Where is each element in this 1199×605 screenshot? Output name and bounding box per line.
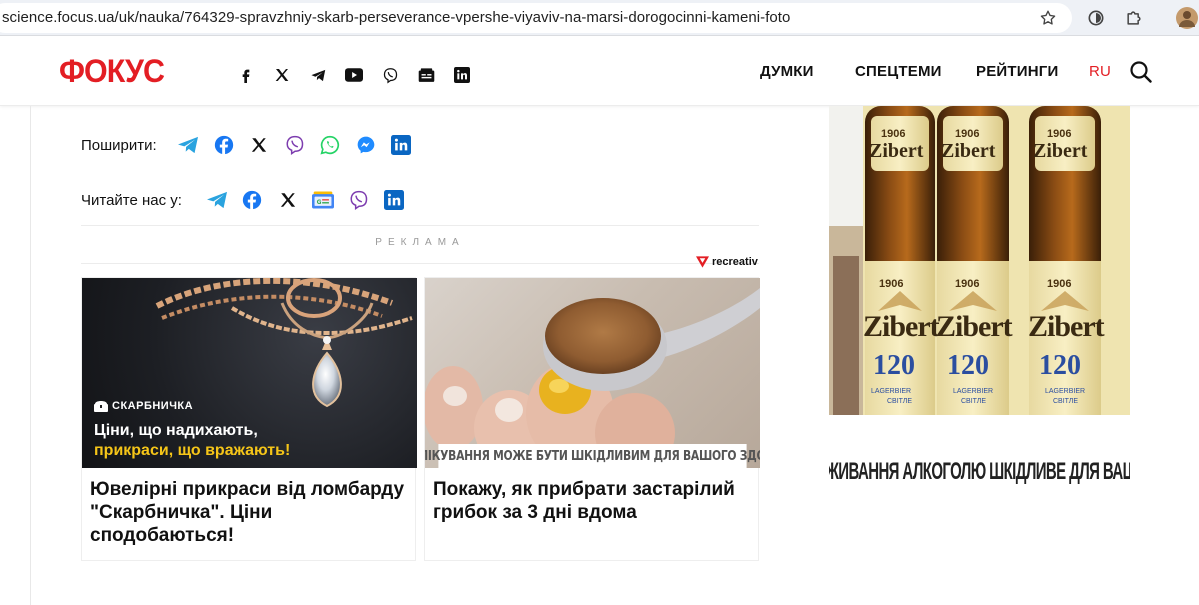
facebook-icon[interactable] <box>228 63 264 87</box>
share-whatsapp-icon[interactable] <box>313 133 349 157</box>
telegram-icon[interactable] <box>300 63 336 87</box>
ad-network-name: recreativ <box>712 256 758 268</box>
bottle-year: 1906 <box>879 278 904 290</box>
share-messenger-icon[interactable] <box>348 133 384 157</box>
x-icon[interactable] <box>264 63 300 87</box>
address-bar[interactable]: science.focus.ua/uk/nauka/764329-spravzh… <box>0 3 1072 33</box>
svg-text:G: G <box>317 200 322 206</box>
youtube-icon[interactable] <box>336 63 372 87</box>
site-header: ФОКУС ДУМКИ СПЕЦТЕМИ РЕЙТИНГИ RU <box>0 36 1199 106</box>
share-telegram-icon[interactable] <box>171 133 207 157</box>
divider <box>81 225 759 226</box>
extensions-puzzle-icon[interactable] <box>1122 6 1146 30</box>
bottle-number: 120 <box>1039 350 1081 381</box>
browser-toolbar: science.focus.ua/uk/nauka/764329-spravzh… <box>0 0 1199 36</box>
site-logo[interactable]: ФОКУС <box>59 53 165 90</box>
bottle-sub: СВІТЛЕ <box>961 398 987 405</box>
web-page: ФОКУС ДУМКИ СПЕЦТЕМИ РЕЙТИНГИ RU Поширит… <box>0 36 1199 605</box>
bottle-number: 120 <box>947 350 989 381</box>
recreativ-logo-icon <box>696 256 709 268</box>
treasure-box-icon <box>94 401 108 412</box>
bottle-year: 1906 <box>1047 278 1072 290</box>
bottle-brand-large: Zibert <box>1028 310 1105 343</box>
bottle-brand-large: Zibert <box>936 310 1013 343</box>
ad-title[interactable]: Покажу, як прибрати застарілий грибок за… <box>433 478 751 524</box>
url-text[interactable]: science.focus.ua/uk/nauka/764329-spravzh… <box>2 9 790 26</box>
bottle-year: 1906 <box>881 128 906 140</box>
ad-brand-name: СКАРБНИЧКА <box>112 400 194 412</box>
bottle-sub: СВІТЛЕ <box>1053 398 1079 405</box>
nav-opinions[interactable]: ДУМКИ <box>760 63 814 80</box>
read-google-news-icon[interactable]: G <box>305 188 341 212</box>
share-label: Поширити: <box>81 136 157 154</box>
share-x-icon[interactable] <box>242 133 278 157</box>
bottle-brand-large: Zibert <box>863 310 940 343</box>
read-viber-icon[interactable] <box>341 188 377 212</box>
ad-card-fungus[interactable]: САМОЛІКУВАННЯ МОЖЕ БУТИ ШКІДЛИВИМ ДЛЯ ВА… <box>424 277 760 561</box>
bottle-brand: Zibert <box>869 140 924 162</box>
bottle-brand: Zibert <box>1033 140 1088 162</box>
ad-label: РЕКЛАМА <box>375 237 465 248</box>
read-us-bar: Читайте нас у: G <box>81 188 412 212</box>
nav-ratings[interactable]: РЕЙТИНГИ <box>976 63 1058 80</box>
bottle-brand: Zibert <box>941 140 996 162</box>
bottle-year: 1906 <box>955 128 980 140</box>
ad-brand-tag: СКАРБНИЧКА <box>94 400 193 412</box>
bottle-sub: СВІТЛЕ <box>887 398 913 405</box>
share-facebook-icon[interactable] <box>206 133 242 157</box>
ad-image-fungus[interactable]: САМОЛІКУВАННЯ МОЖЕ БУТИ ШКІДЛИВИМ ДЛЯ ВА… <box>425 278 760 468</box>
linkedin-icon[interactable] <box>444 63 480 87</box>
google-news-icon[interactable] <box>408 63 444 87</box>
read-linkedin-icon[interactable] <box>376 188 412 212</box>
share-bar: Поширити: <box>81 133 419 157</box>
search-icon[interactable] <box>1129 60 1153 84</box>
nav-special-topics[interactable]: СПЕЦТЕМИ <box>855 63 942 80</box>
viber-icon[interactable] <box>372 63 408 87</box>
read-us-icons: G <box>199 188 412 212</box>
ad-image-jewelry[interactable]: СКАРБНИЧКА Ціни, що надихають, прикраси,… <box>82 278 417 468</box>
side-ad-health-warning: НАДМІРНЕ СПОЖИВАННЯ АЛКОГОЛЮ ШКІДЛИВЕ ДЛ… <box>829 415 1130 527</box>
ad-network-badge[interactable]: recreativ <box>696 256 758 268</box>
bottle-style: LAGERBIER <box>1045 388 1086 395</box>
header-social-links <box>228 63 480 87</box>
ad-health-warning: САМОЛІКУВАННЯ МОЖЕ БУТИ ШКІДЛИВИМ ДЛЯ ВА… <box>425 444 760 468</box>
ad-card-jewelry[interactable]: СКАРБНИЧКА Ціни, що надихають, прикраси,… <box>81 277 417 561</box>
divider <box>81 263 759 264</box>
ad-promo-line2: прикраси, що вражають! <box>94 442 291 459</box>
read-x-icon[interactable] <box>270 188 306 212</box>
foot-powder-illustration <box>425 288 760 444</box>
ad-promo-line1: Ціни, що надихають, <box>94 422 258 439</box>
bottle-year: 1906 <box>955 278 980 290</box>
bottle-year: 1906 <box>1047 128 1072 140</box>
bottle-style: LAGERBIER <box>953 388 994 395</box>
share-linkedin-icon[interactable] <box>384 133 420 157</box>
share-viber-icon[interactable] <box>277 133 313 157</box>
read-us-label: Читайте нас у: <box>81 191 182 209</box>
share-icons <box>171 133 420 157</box>
content-border <box>30 106 31 605</box>
read-telegram-icon[interactable] <box>199 188 235 212</box>
profile-avatar[interactable] <box>1175 6 1199 30</box>
bottle-style: LAGERBIER <box>871 388 912 395</box>
ad-title[interactable]: Ювелірні прикраси від ломбарду "Скарбнич… <box>90 478 408 547</box>
extension-shield-icon[interactable] <box>1084 6 1108 30</box>
read-facebook-icon[interactable] <box>234 188 270 212</box>
language-switch-ru[interactable]: RU <box>1089 63 1111 80</box>
bookmark-star-icon[interactable] <box>1036 6 1060 30</box>
bottle-number: 120 <box>873 350 915 381</box>
